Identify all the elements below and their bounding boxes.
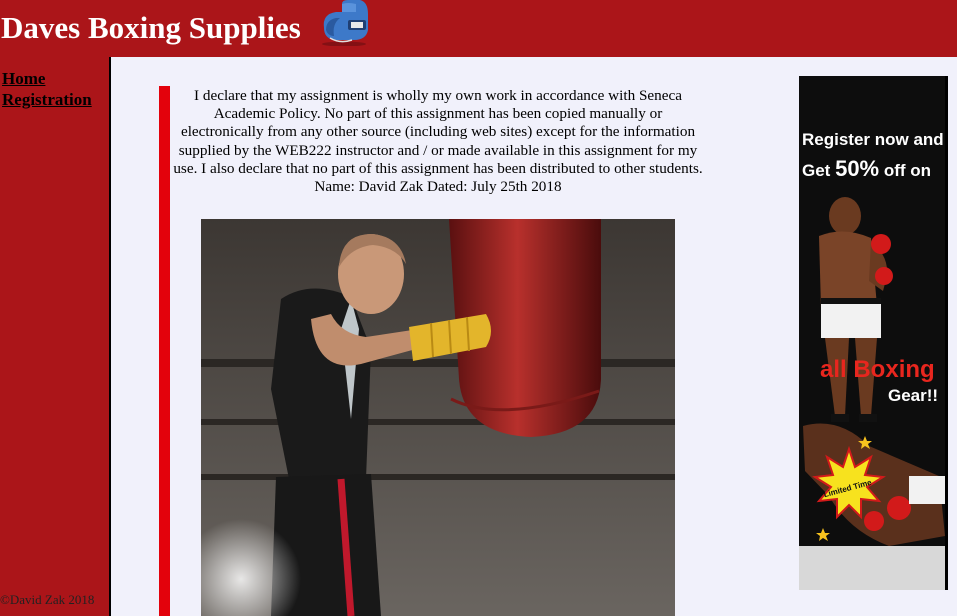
site-title: Daves Boxing Supplies [1, 10, 301, 45]
ad-border [945, 76, 948, 590]
ad-line-2-suffix: off on [883, 161, 932, 180]
boxer-punching-bag-image [201, 219, 675, 616]
boxing-glove-icon [322, 0, 368, 46]
copyright-footer: ©David Zak 2018 [0, 592, 95, 607]
sidebar-divider [109, 57, 111, 616]
ad-line-2-prefix: Get [802, 161, 831, 180]
nav-link-registration[interactable]: Registration [2, 89, 92, 110]
ad-line-3: all Boxing [820, 356, 935, 383]
promo-advertisement-banner[interactable]: Register now and Get 50% off on all Boxi… [799, 76, 945, 590]
content-accent-bar [159, 86, 170, 616]
nav-link-home[interactable]: Home [2, 68, 92, 89]
ad-line-2: Get 50% off on [802, 156, 931, 182]
boxer-photo-illustration [201, 219, 675, 616]
sidebar: Home Registration ©David Zak 2018 [0, 57, 109, 616]
ad-line-4: Gear!! [888, 386, 939, 405]
ad-line-1: Register now and [802, 130, 944, 149]
site-header: Daves Boxing Supplies [0, 0, 957, 57]
academic-declaration: I declare that my assignment is wholly m… [173, 87, 703, 196]
ad-discount-percent: 50% [835, 156, 880, 181]
sidebar-nav: Home Registration [2, 68, 92, 110]
boxing-champion-illustration [799, 197, 945, 590]
